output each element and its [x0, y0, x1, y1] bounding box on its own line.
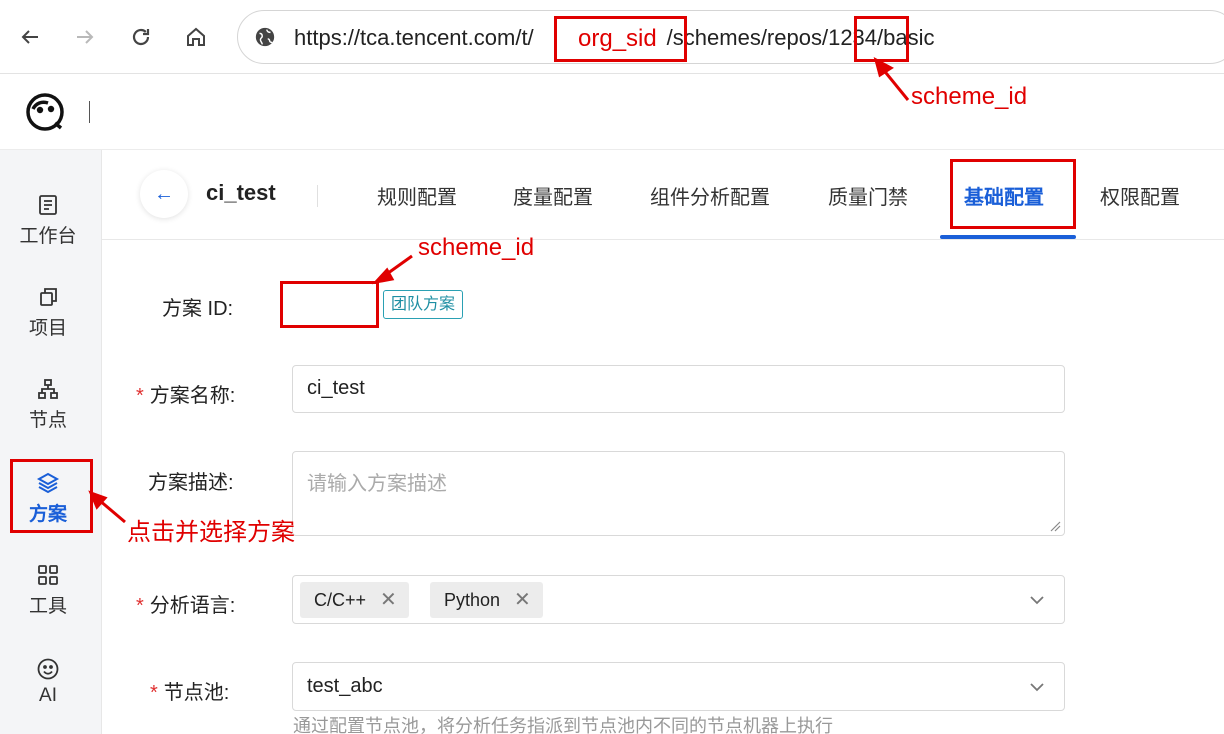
node-pool-value: test_abc: [307, 675, 383, 697]
annotation-scheme-id-form: scheme_id: [418, 234, 535, 261]
required-mark: *: [150, 682, 158, 704]
tab-metric-config[interactable]: 度量配置: [513, 181, 593, 210]
scheme-desc-textarea[interactable]: 请输入方案描述: [292, 451, 1065, 536]
workbench-icon: [39, 194, 57, 215]
tab-quality-gate[interactable]: 质量门禁: [828, 181, 908, 210]
sidebar-item-label: AI: [39, 685, 57, 706]
annotation-sidebar-box: [10, 459, 93, 533]
scheme-name-input[interactable]: ci_test: [292, 365, 1065, 413]
app-header: [0, 74, 1224, 150]
close-icon[interactable]: ✕: [514, 589, 531, 611]
smile-icon: [37, 658, 59, 680]
language-label-text: 分析语言:: [149, 595, 236, 617]
node-pool-label: * 节点池:: [150, 676, 229, 705]
node-pool-select[interactable]: test_abc: [292, 662, 1065, 711]
language-tag-cpp: C/C++ ✕: [300, 582, 409, 618]
sidebar-item-project[interactable]: 项目: [0, 272, 96, 352]
sidebar: 工作台 项目 节点 方案 工具 AI: [0, 150, 102, 734]
arrow-form-scheme-id: [383, 254, 413, 278]
project-icon: [40, 287, 57, 306]
scheme-desc-label: 方案描述:: [148, 472, 234, 494]
required-mark: *: [136, 595, 144, 617]
grid-icon: [38, 564, 58, 585]
node-pool-help: 通过配置节点池，将分析任务指派到节点池内不同的节点机器上执行: [293, 716, 833, 734]
annotation-basic-tab-box: [950, 159, 1076, 229]
annotation-url-id-box: [854, 16, 909, 62]
left-arrow-icon: ←: [154, 182, 174, 205]
forward-arrow-icon[interactable]: [68, 20, 102, 54]
chevron-down-icon[interactable]: [1028, 591, 1046, 609]
tab-permission-config[interactable]: 权限配置: [1100, 181, 1180, 210]
resize-grip-icon[interactable]: [1049, 520, 1061, 532]
tab-component-config[interactable]: 组件分析配置: [650, 181, 770, 210]
sidebar-item-node[interactable]: 节点: [0, 364, 96, 444]
sidebar-item-label: 工具: [28, 595, 67, 617]
language-tag-python: Python ✕: [430, 582, 543, 618]
node-pool-label-text: 节点池:: [163, 682, 230, 704]
reload-icon[interactable]: [124, 20, 158, 54]
tab-rule-config[interactable]: 规则配置: [377, 181, 457, 210]
language-select[interactable]: C/C++ ✕ Python ✕: [292, 575, 1065, 624]
language-tag-label: C/C++: [314, 590, 367, 610]
sidebar-item-tools[interactable]: 工具: [0, 550, 96, 630]
annotation-form-id-box: [280, 281, 379, 328]
active-tab-indicator: [940, 235, 1076, 239]
annotation-sidebar-hint: 点击并选择方案: [127, 519, 295, 546]
scheme-name-value: ci_test: [307, 377, 365, 399]
sidebar-item-label: 节点: [28, 409, 67, 431]
sidebar-item-label: 工作台: [19, 225, 77, 247]
scheme-id-label: 方案 ID:: [162, 298, 234, 320]
scheme-desc-placeholder: 请输入方案描述: [307, 473, 447, 495]
required-mark: *: [136, 385, 144, 407]
sidebar-item-label: 项目: [28, 317, 67, 339]
url-middle: /schemes/repos/: [666, 25, 829, 50]
back-arrow-icon[interactable]: [13, 20, 47, 54]
close-icon[interactable]: ✕: [380, 589, 397, 611]
title-separator: [317, 185, 318, 207]
header-divider: [89, 101, 90, 123]
scheme-name-label: * 方案名称:: [136, 379, 235, 408]
scheme-name-label-text: 方案名称:: [149, 385, 236, 407]
tca-logo-icon[interactable]: [24, 91, 66, 133]
annotation-org-sid: org_sid: [578, 25, 657, 52]
node-icon: [38, 378, 58, 399]
sidebar-item-workbench[interactable]: 工作台: [0, 180, 96, 260]
arrow-sidebar: [98, 498, 126, 524]
back-button[interactable]: ←: [140, 170, 188, 218]
globe-icon: [255, 27, 275, 47]
scheme-title: ci_test: [206, 180, 276, 205]
url-prefix: https://tca.tencent.com/t/: [294, 25, 534, 50]
annotation-scheme-id-url: scheme_id: [911, 83, 1028, 110]
chevron-down-icon[interactable]: [1028, 678, 1046, 696]
language-label: * 分析语言:: [136, 589, 235, 618]
team-scheme-tag: 团队方案: [383, 290, 464, 319]
sidebar-item-ai[interactable]: AI: [0, 642, 96, 722]
home-icon[interactable]: [179, 20, 213, 54]
address-bar[interactable]: https://tca.tencent.com/t/ /schemes/repos…: [237, 10, 1224, 64]
language-tag-label: Python: [444, 590, 501, 610]
